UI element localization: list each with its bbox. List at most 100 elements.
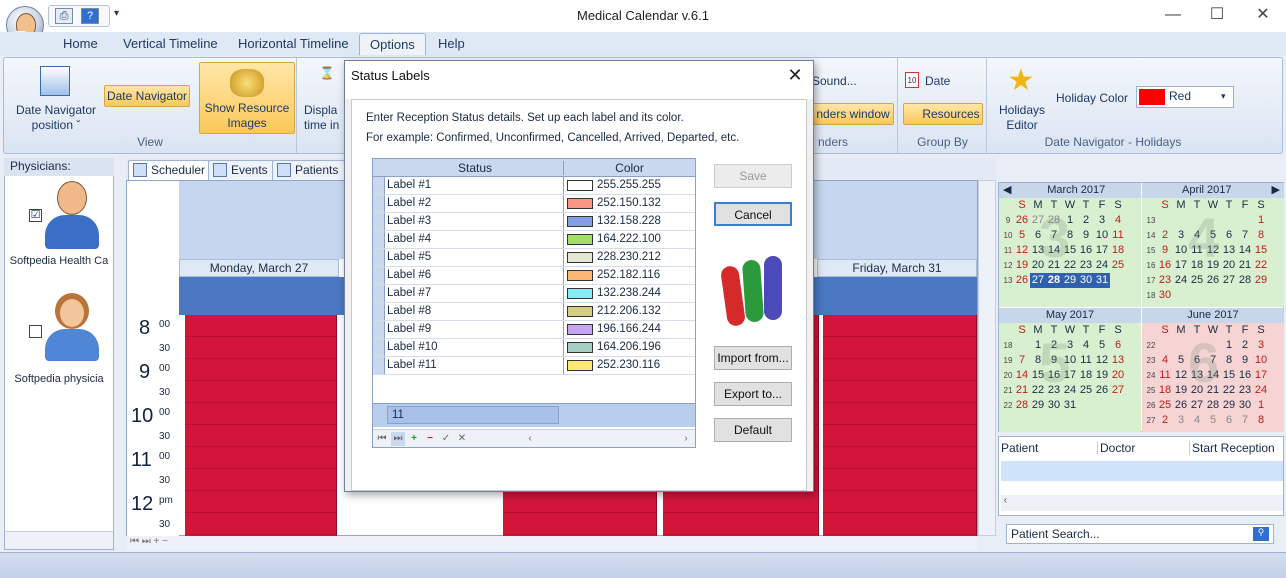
label-name[interactable]: Label #7 bbox=[387, 287, 431, 299]
binoculars-icon[interactable]: ⚲ bbox=[1253, 527, 1269, 541]
tab-horizontal-timeline[interactable]: Horizontal Timeline bbox=[238, 36, 349, 51]
color-cell[interactable]: 212.206.132 bbox=[563, 303, 695, 320]
color-cell[interactable]: 132.158.228 bbox=[563, 213, 695, 230]
row-selector[interactable] bbox=[373, 213, 385, 230]
physician-item[interactable]: ☑ Softpedia Health Ca bbox=[5, 177, 113, 287]
vertical-scrollbar[interactable] bbox=[978, 180, 996, 536]
label-name[interactable]: Label #4 bbox=[387, 233, 431, 245]
import-from-button[interactable]: Import from... bbox=[714, 346, 792, 370]
default-button[interactable]: Default bbox=[714, 418, 792, 442]
delete-record-icon[interactable]: − bbox=[423, 432, 437, 446]
tab-home[interactable]: Home bbox=[63, 36, 98, 51]
label-name[interactable]: Label #6 bbox=[387, 269, 431, 281]
table-row[interactable]: Label #6 252.182.116 bbox=[373, 267, 695, 285]
table-row[interactable] bbox=[1001, 461, 1283, 481]
row-selector[interactable] bbox=[373, 249, 385, 266]
horizontal-scrollbar[interactable] bbox=[5, 531, 113, 549]
color-cell[interactable]: 164.222.100 bbox=[563, 231, 695, 248]
reminders-window-button[interactable]: nders window bbox=[812, 103, 894, 125]
table-row[interactable]: Label #9 196.166.244 bbox=[373, 321, 695, 339]
row-selector[interactable] bbox=[373, 285, 385, 302]
row-selector[interactable] bbox=[373, 231, 385, 248]
tab-vertical-timeline[interactable]: Vertical Timeline bbox=[123, 36, 218, 51]
table-row[interactable]: Label #10 164.206.196 bbox=[373, 339, 695, 357]
post-edit-icon[interactable]: ✓ bbox=[439, 432, 453, 446]
color-cell[interactable]: 252.230.116 bbox=[563, 357, 695, 374]
column-start-reception[interactable]: Start Reception bbox=[1189, 441, 1283, 455]
column-status[interactable]: Status bbox=[387, 161, 563, 175]
tab-events[interactable]: Events bbox=[208, 160, 275, 180]
row-selector[interactable] bbox=[373, 177, 385, 194]
row-selector[interactable] bbox=[373, 267, 385, 284]
show-resource-images-button[interactable]: Show Resource Images bbox=[199, 62, 295, 134]
label-name[interactable]: Label #8 bbox=[387, 305, 431, 317]
date-nav-position-button[interactable]: Date Navigator position ˇ bbox=[10, 103, 102, 133]
day-column[interactable] bbox=[823, 315, 977, 537]
physician-checkbox[interactable] bbox=[29, 325, 42, 338]
tab-patients[interactable]: Patients bbox=[272, 160, 346, 180]
label-name[interactable]: Label #2 bbox=[387, 197, 431, 209]
cancel-edit-icon[interactable]: ✕ bbox=[455, 432, 469, 446]
last-record-icon[interactable]: ⏭ bbox=[391, 432, 405, 446]
label-name[interactable]: Label #3 bbox=[387, 215, 431, 227]
display-time-button[interactable]: Displa time in bbox=[304, 103, 344, 133]
resources-button[interactable]: Resources bbox=[903, 103, 983, 125]
date-navigator-button[interactable]: Date Navigator bbox=[104, 85, 190, 107]
color-cell[interactable]: 228.230.212 bbox=[563, 249, 695, 266]
row-selector[interactable] bbox=[373, 339, 385, 356]
dialog-close-icon[interactable]: ✕ bbox=[783, 64, 807, 86]
label-name[interactable]: Label #1 bbox=[387, 179, 431, 191]
patient-search-input[interactable]: Patient Search... ⚲ bbox=[1006, 524, 1274, 544]
color-cell[interactable]: 252.182.116 bbox=[563, 267, 695, 284]
scheduler-navigator[interactable]: ⏮ ⏭ + − bbox=[126, 536, 978, 550]
color-cell[interactable]: 132.238.244 bbox=[563, 285, 695, 302]
scroll-left-icon[interactable]: ‹ bbox=[523, 432, 537, 446]
label-name[interactable]: Label #5 bbox=[387, 251, 431, 263]
table-row[interactable]: Label #5 228.230.212 bbox=[373, 249, 695, 267]
table-row[interactable]: Label #2 252.150.132 bbox=[373, 195, 695, 213]
table-row[interactable]: Label #3 132.158.228 bbox=[373, 213, 695, 231]
holidays-editor-button[interactable]: Holidays Editor bbox=[994, 103, 1050, 133]
tab-options[interactable]: Options bbox=[359, 33, 426, 55]
close-icon[interactable]: ✕ bbox=[1246, 4, 1280, 26]
cancel-button[interactable]: Cancel bbox=[714, 202, 792, 226]
maximize-icon[interactable]: ☐ bbox=[1200, 4, 1234, 26]
export-to-button[interactable]: Export to... bbox=[714, 382, 792, 406]
color-cell[interactable]: 252.150.132 bbox=[563, 195, 695, 212]
row-selector[interactable] bbox=[373, 321, 385, 338]
add-record-icon[interactable]: + bbox=[407, 432, 421, 446]
color-cell[interactable]: 255.255.255 bbox=[563, 177, 695, 194]
scroll-right-icon[interactable]: › bbox=[679, 432, 693, 446]
tab-help[interactable]: Help bbox=[438, 36, 465, 51]
row-selector[interactable] bbox=[373, 195, 385, 212]
table-row[interactable]: Label #7 132.238.244 bbox=[373, 285, 695, 303]
table-row[interactable]: Label #4 164.222.100 bbox=[373, 231, 695, 249]
table-row[interactable]: Label #8 212.206.132 bbox=[373, 303, 695, 321]
color-swatch bbox=[567, 198, 593, 209]
minimize-icon[interactable]: — bbox=[1156, 4, 1190, 26]
save-button[interactable]: Save bbox=[714, 164, 792, 188]
tab-scheduler[interactable]: Scheduler bbox=[128, 160, 213, 180]
physician-item[interactable]: Softpedia physicia bbox=[5, 289, 113, 399]
date-button[interactable]: Date bbox=[925, 74, 965, 89]
column-doctor[interactable]: Doctor bbox=[1097, 441, 1193, 455]
row-selector[interactable] bbox=[373, 303, 385, 320]
first-record-icon[interactable]: ⏮ bbox=[375, 432, 389, 446]
day-column[interactable] bbox=[185, 315, 337, 537]
table-row[interactable]: Label #1 255.255.255 bbox=[373, 177, 695, 195]
table-row[interactable]: Label #11 252.230.116 bbox=[373, 357, 695, 375]
column-color[interactable]: Color bbox=[563, 161, 695, 175]
column-patient[interactable]: Patient bbox=[1001, 441, 1097, 455]
holiday-color-select[interactable]: Red ▾ bbox=[1136, 86, 1234, 108]
color-cell[interactable]: 164.206.196 bbox=[563, 339, 695, 356]
next-month-icon[interactable]: ▶ bbox=[1272, 183, 1284, 198]
prev-month-icon[interactable]: ◀ bbox=[999, 183, 1011, 198]
label-name[interactable]: Label #11 bbox=[387, 359, 437, 371]
color-cell[interactable]: 196.166.244 bbox=[563, 321, 695, 338]
row-selector[interactable] bbox=[373, 357, 385, 374]
label-name[interactable]: Label #10 bbox=[387, 341, 438, 353]
horizontal-scrollbar[interactable]: ‹ bbox=[1001, 495, 1283, 511]
physician-checkbox[interactable]: ☑ bbox=[29, 209, 42, 222]
sound-button[interactable]: Sound... bbox=[812, 74, 872, 89]
label-name[interactable]: Label #9 bbox=[387, 323, 431, 335]
